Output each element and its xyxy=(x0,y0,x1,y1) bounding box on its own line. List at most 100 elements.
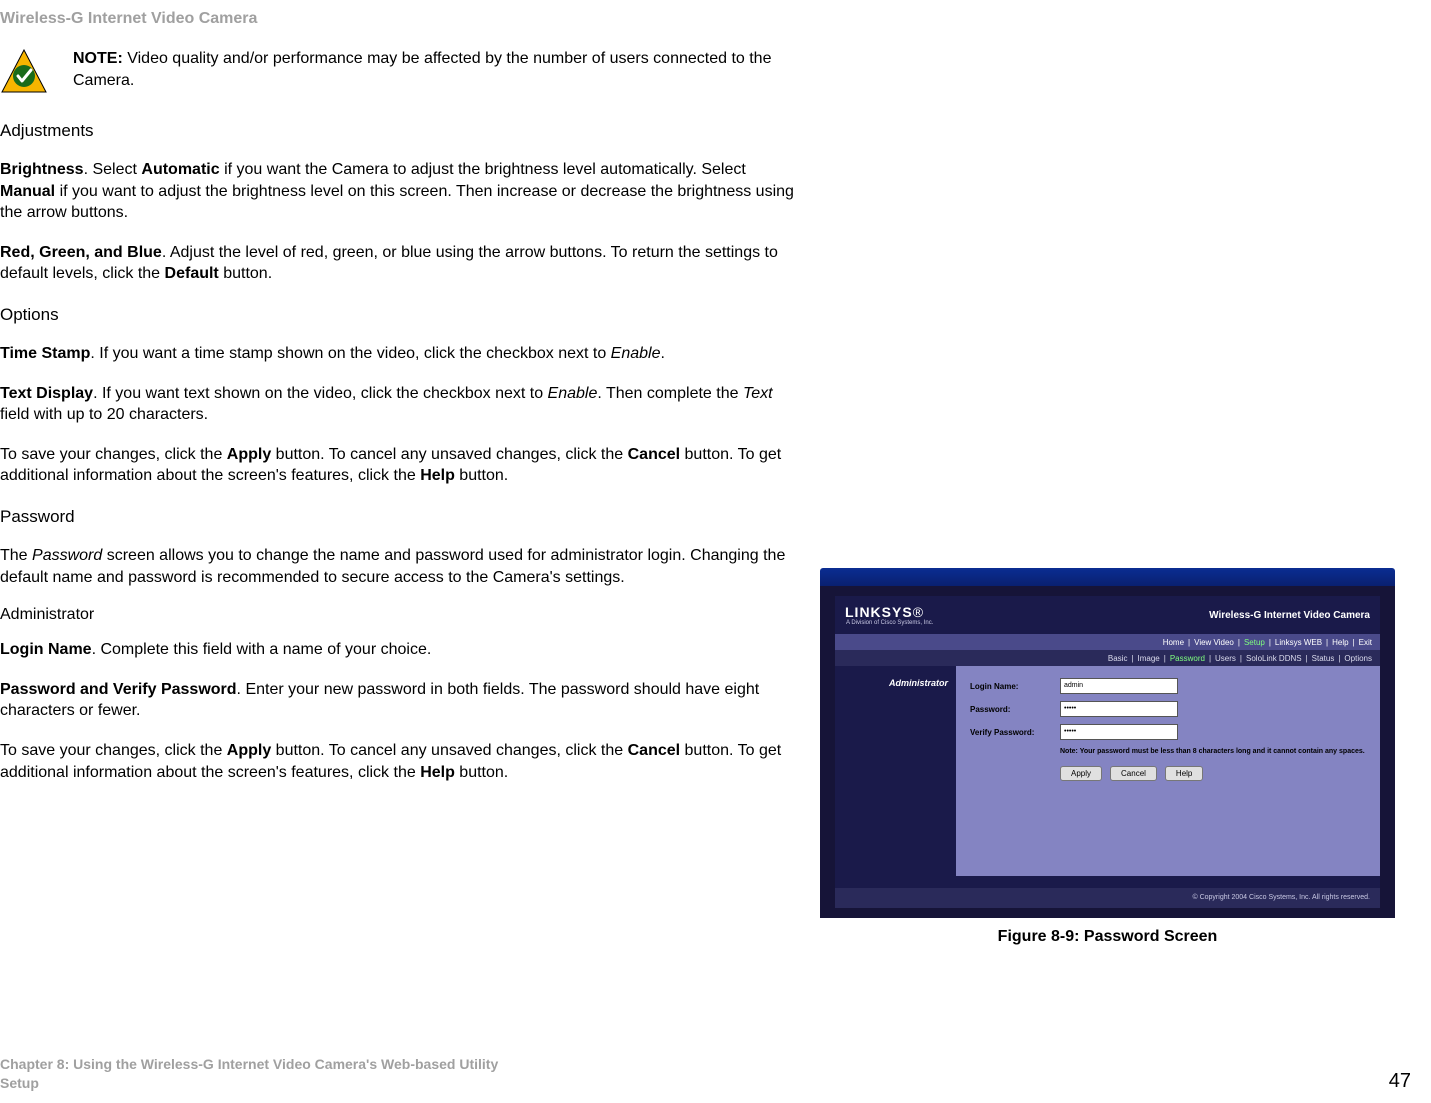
enable-label: Enable xyxy=(548,385,598,402)
nav-separator: | xyxy=(1238,638,1240,647)
cancel-button[interactable]: Cancel xyxy=(1110,766,1157,781)
apply-button[interactable]: Apply xyxy=(1060,766,1102,781)
login-name-input[interactable]: admin xyxy=(1060,678,1178,694)
help-button[interactable]: Help xyxy=(1165,766,1203,781)
password-verify-label: Password and Verify Password xyxy=(0,681,237,698)
note-body: Video quality and/or performance may be … xyxy=(73,50,771,89)
main-nav: Home|View Video|Setup|Linksys WEB|Help|E… xyxy=(835,634,1380,650)
save-paragraph-1: To save your changes, click the Apply bu… xyxy=(0,444,800,487)
verify-password-label: Verify Password: xyxy=(970,728,1060,737)
apply-label: Apply xyxy=(227,446,271,463)
nav-separator: | xyxy=(1338,654,1340,663)
password-note: Note: Your password must be less than 8 … xyxy=(1060,747,1366,756)
password-form: Login Name: admin Password: ••••• Verify… xyxy=(956,666,1380,876)
subnav-item[interactable]: Basic xyxy=(1108,654,1128,663)
nav-separator: | xyxy=(1164,654,1166,663)
brightness-label: Brightness xyxy=(0,161,84,178)
login-name-label: Login Name: xyxy=(970,682,1060,691)
nav-separator: | xyxy=(1240,654,1242,663)
product-name: Wireless-G Internet Video Camera xyxy=(1209,610,1370,621)
text: . If you want a time stamp shown on the … xyxy=(90,345,610,362)
text: button. xyxy=(455,467,508,484)
nav-separator: | xyxy=(1209,654,1211,663)
text: . Then complete the xyxy=(597,385,743,402)
subnav-item[interactable]: Users xyxy=(1215,654,1236,663)
text: if you want to adjust the brightness lev… xyxy=(0,183,794,222)
nav-separator: | xyxy=(1131,654,1133,663)
subnav-item[interactable]: Image xyxy=(1138,654,1160,663)
text: The xyxy=(0,547,32,564)
sub-nav: Basic|Image|Password|Users|SoloLink DDNS… xyxy=(835,650,1380,666)
window-titlebar xyxy=(820,568,1395,586)
copyright: © Copyright 2004 Cisco Systems, Inc. All… xyxy=(835,888,1380,908)
text: screen allows you to change the name and… xyxy=(0,547,785,586)
textdisplay-paragraph: Text Display. If you want text shown on … xyxy=(0,383,800,426)
cancel-label: Cancel xyxy=(628,742,680,759)
password-label: Password: xyxy=(970,705,1060,714)
password-fields-paragraph: Password and Verify Password. Enter your… xyxy=(0,679,800,722)
password-screen-label: Password xyxy=(32,547,102,564)
side-label: Administrator xyxy=(835,666,956,876)
footer-section: Setup xyxy=(0,1074,498,1093)
text: button. To cancel any unsaved changes, c… xyxy=(271,742,627,759)
text-field-label: Text xyxy=(743,385,773,402)
text: button. xyxy=(219,265,272,282)
save-paragraph-2: To save your changes, click the Apply bu… xyxy=(0,740,800,783)
timestamp-paragraph: Time Stamp. If you want a time stamp sho… xyxy=(0,343,800,365)
page-number: 47 xyxy=(1389,1070,1411,1093)
apply-label: Apply xyxy=(227,742,271,759)
help-label: Help xyxy=(420,467,455,484)
nav-separator: | xyxy=(1269,638,1271,647)
text: . If you want text shown on the video, c… xyxy=(93,385,547,402)
rgb-paragraph: Red, Green, and Blue. Adjust the level o… xyxy=(0,242,800,285)
note-text: NOTE: Video quality and/or performance m… xyxy=(73,48,800,91)
password-heading: Password xyxy=(0,507,800,527)
nav-separator: | xyxy=(1353,638,1355,647)
verify-password-input[interactable]: ••••• xyxy=(1060,724,1178,740)
linksys-logo: LINKSYS® xyxy=(845,604,933,620)
rgb-label: Red, Green, and Blue xyxy=(0,244,162,261)
textdisplay-label: Text Display xyxy=(0,385,93,402)
password-screen-screenshot: LINKSYS® A Division of Cisco Systems, In… xyxy=(820,568,1395,918)
brightness-paragraph: Brightness. Select Automatic if you want… xyxy=(0,159,800,224)
cancel-label: Cancel xyxy=(628,446,680,463)
figure-caption: Figure 8-9: Password Screen xyxy=(820,928,1395,946)
page-footer: Chapter 8: Using the Wireless-G Internet… xyxy=(0,1055,1411,1093)
nav-item[interactable]: Help xyxy=(1332,638,1348,647)
nav-item[interactable]: Setup xyxy=(1244,638,1265,647)
options-heading: Options xyxy=(0,305,800,325)
main-text-column: NOTE: Video quality and/or performance m… xyxy=(0,48,820,801)
text: . Select xyxy=(84,161,142,178)
nav-item[interactable]: Home xyxy=(1163,638,1184,647)
timestamp-label: Time Stamp xyxy=(0,345,90,362)
text: button. To cancel any unsaved changes, c… xyxy=(271,446,627,463)
subnav-item[interactable]: SoloLink DDNS xyxy=(1246,654,1302,663)
text: . Complete this field with a name of you… xyxy=(92,641,432,658)
help-label: Help xyxy=(420,764,455,781)
administrator-heading: Administrator xyxy=(0,606,800,624)
password-intro: The Password screen allows you to change… xyxy=(0,545,800,588)
text: button. xyxy=(455,764,508,781)
login-name-label: Login Name xyxy=(0,641,92,658)
subnav-item[interactable]: Options xyxy=(1344,654,1372,663)
default-label: Default xyxy=(165,265,219,282)
adjustments-heading: Adjustments xyxy=(0,121,800,141)
text: To save your changes, click the xyxy=(0,742,227,759)
document-header: Wireless-G Internet Video Camera xyxy=(0,10,1411,28)
enable-label: Enable xyxy=(611,345,661,362)
text: . xyxy=(661,345,665,362)
footer-chapter: Chapter 8: Using the Wireless-G Internet… xyxy=(0,1055,498,1074)
nav-separator: | xyxy=(1306,654,1308,663)
logo-subtitle: A Division of Cisco Systems, Inc. xyxy=(846,620,933,626)
password-input[interactable]: ••••• xyxy=(1060,701,1178,717)
nav-item[interactable]: Exit xyxy=(1359,638,1372,647)
note-block: NOTE: Video quality and/or performance m… xyxy=(0,48,800,96)
figure-column: LINKSYS® A Division of Cisco Systems, In… xyxy=(820,48,1395,946)
nav-separator: | xyxy=(1326,638,1328,647)
subnav-item[interactable]: Status xyxy=(1312,654,1335,663)
manual-label: Manual xyxy=(0,183,55,200)
nav-item[interactable]: Linksys WEB xyxy=(1275,638,1322,647)
subnav-item[interactable]: Password xyxy=(1170,654,1205,663)
nav-item[interactable]: View Video xyxy=(1194,638,1234,647)
text: To save your changes, click the xyxy=(0,446,227,463)
